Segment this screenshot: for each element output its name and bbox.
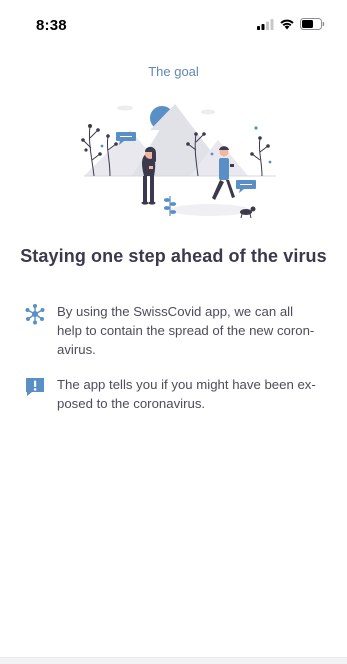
onboarding-headline: Staying one step ahead of the virus <box>20 246 327 266</box>
battery-icon <box>300 18 325 30</box>
info-text-network: By using the SwissCovid app, we can all … <box>57 304 315 357</box>
status-icons <box>257 18 325 30</box>
info-item-exposure: The app tells you if you might have been… <box>24 375 333 413</box>
wifi-icon <box>280 19 294 30</box>
onboarding-kicker: The goal <box>148 64 199 79</box>
status-time: 8:38 <box>36 17 67 34</box>
signal-icon <box>257 18 274 30</box>
bottom-bar <box>0 657 347 664</box>
status-bar: 8:38 <box>0 0 347 46</box>
network-icon <box>25 304 45 325</box>
info-item-network: By using the SwissCovid app, we can all … <box>24 302 333 359</box>
exclamation-message-icon <box>26 378 44 396</box>
info-text-exposure: The app tells you if you might have been… <box>57 377 316 411</box>
info-list: By using the SwissCovid app, we can all … <box>24 302 333 429</box>
people-walking-mountains-illustration <box>81 104 276 219</box>
